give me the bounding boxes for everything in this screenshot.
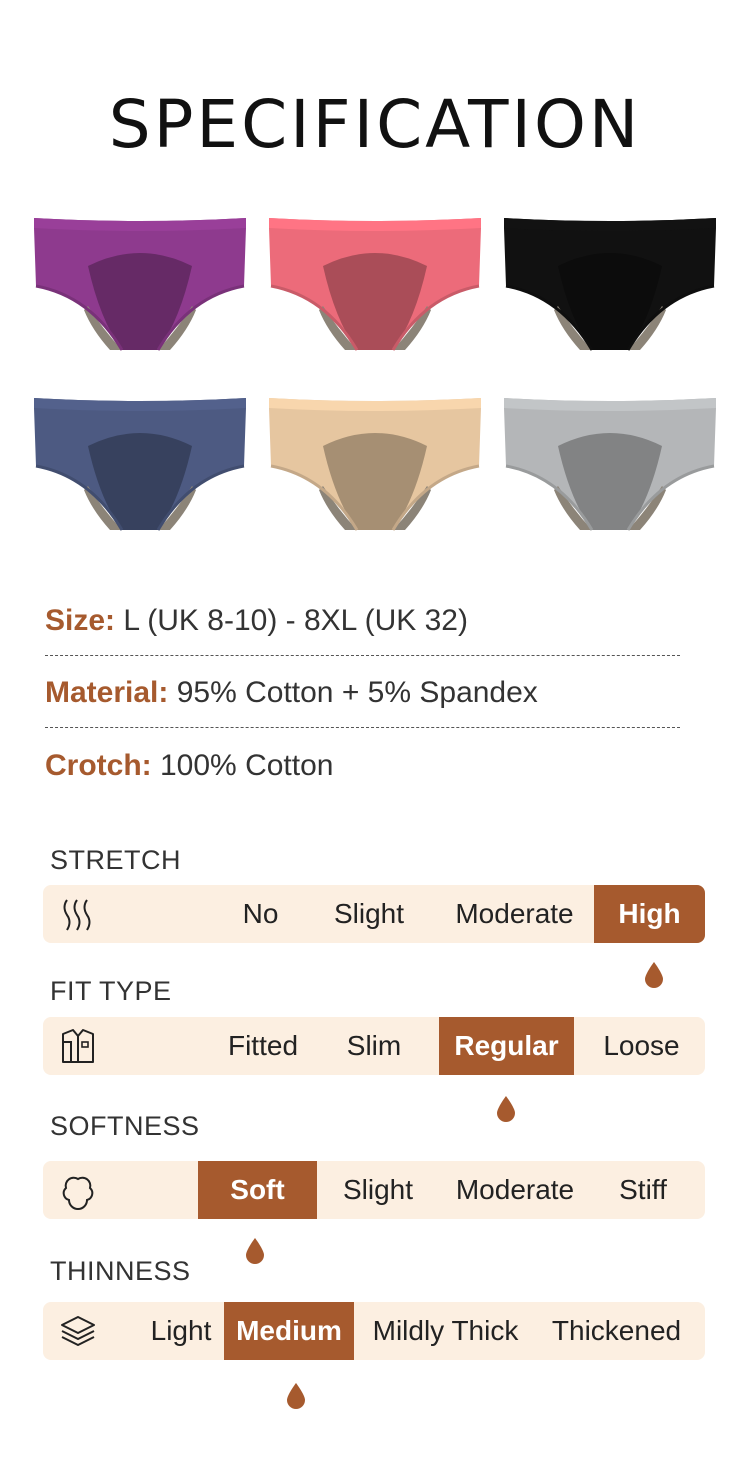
product-swatch-grid [30,210,720,550]
thinness-option-light[interactable]: Light [139,1302,223,1360]
product-swatch-beige [265,390,485,545]
fit-type-label: FIT TYPE [50,976,172,1006]
fit-type-indicator-drop-icon [497,1096,515,1122]
spec-size-value: L (UK 8-10) - 8XL (UK 32) [123,604,468,637]
product-swatch-purple [30,210,250,365]
stretch-waves-icon [63,899,91,931]
spec-size: Size: L (UK 8-10) - 8XL (UK 32) [45,604,680,638]
thinness-label: THINNESS [50,1256,191,1286]
softness-scale: Soft Slight Moderate Stiff [43,1161,705,1219]
softness-option-soft[interactable]: Soft [198,1161,317,1219]
shirt-icon [62,1029,94,1063]
fit-type-option-loose[interactable]: Loose [588,1017,695,1075]
softness-option-slight[interactable]: Slight [328,1161,428,1219]
stretch-option-moderate[interactable]: Moderate [443,885,586,943]
thinness-option-medium[interactable]: Medium [224,1302,354,1360]
divider [45,727,680,728]
thinness-option-mildly-thick[interactable]: Mildly Thick [363,1302,528,1360]
thinness-scale: Light Medium Mildly Thick Thickened [43,1302,705,1360]
spec-crotch-value: 100% Cotton [160,749,334,782]
layers-icon [61,1316,95,1346]
product-swatch-navy [30,390,250,545]
stretch-option-slight[interactable]: Slight [318,885,420,943]
page-title: SPECIFICATION [108,86,642,163]
fit-type-scale: Fitted Slim Regular Loose [43,1017,705,1075]
thinness-indicator-drop-icon [287,1383,305,1409]
stretch-scale: No Slight Moderate High [43,885,705,943]
softness-indicator-drop-icon [246,1238,264,1264]
stretch-option-no[interactable]: No [218,885,303,943]
product-swatch-pink [265,210,485,365]
softness-option-stiff[interactable]: Stiff [603,1161,683,1219]
spec-material: Material: 95% Cotton + 5% Spandex [45,676,680,710]
stretch-label: STRETCH [50,845,181,875]
product-swatch-grey [500,390,720,545]
thinness-option-thickened[interactable]: Thickened [543,1302,690,1360]
spec-material-key: Material: [45,676,169,709]
fit-type-option-slim[interactable]: Slim [328,1017,420,1075]
stretch-option-high[interactable]: High [594,885,705,943]
divider [45,655,680,656]
fit-type-option-regular[interactable]: Regular [439,1017,574,1075]
spec-size-key: Size: [45,604,116,637]
stretch-indicator-drop-icon [645,962,663,988]
product-swatch-black [500,210,720,365]
softness-label: SOFTNESS [50,1111,200,1141]
fit-type-option-fitted[interactable]: Fitted [213,1017,313,1075]
softness-option-moderate[interactable]: Moderate [445,1161,585,1219]
cotton-cloud-icon [62,1176,94,1210]
spec-crotch-key: Crotch: [45,749,152,782]
spec-crotch: Crotch: 100% Cotton [45,749,680,783]
spec-material-value: 95% Cotton + 5% Spandex [176,676,538,709]
